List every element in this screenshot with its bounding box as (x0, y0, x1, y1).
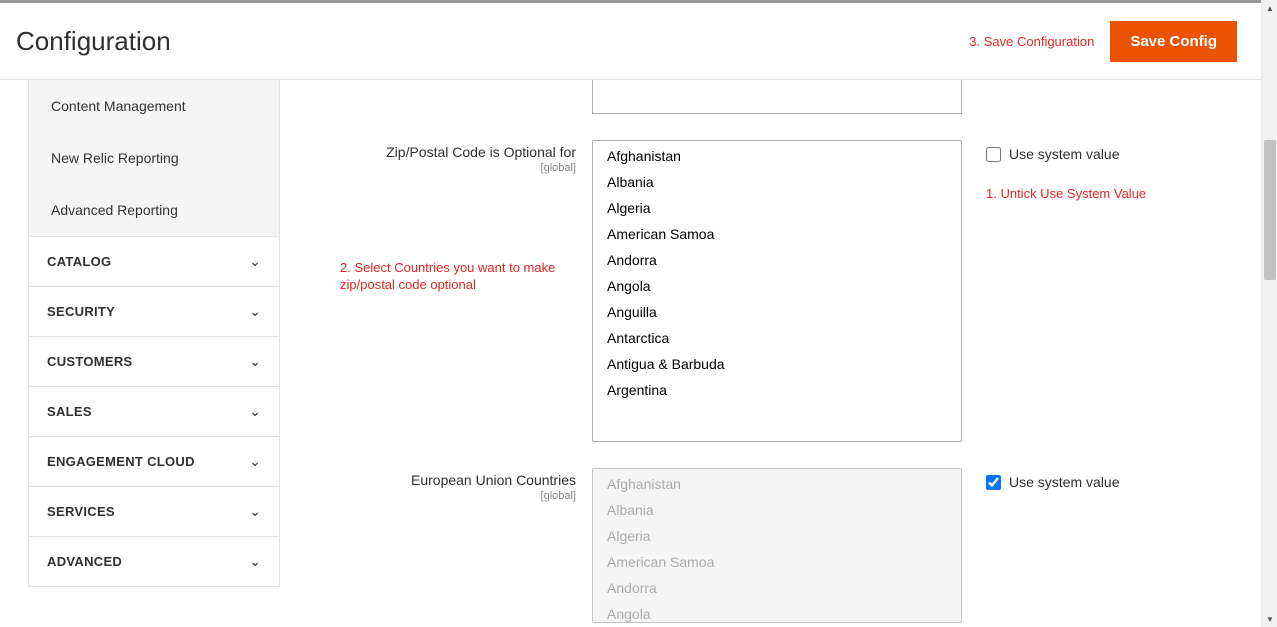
chevron-down-icon: ⌄ (249, 553, 261, 570)
use-system-value-checkbox[interactable] (986, 475, 1001, 490)
sidebar-section-label: SALES (47, 404, 249, 419)
chevron-down-icon: ⌄ (249, 453, 261, 470)
chevron-down-icon: ⌄ (249, 503, 261, 520)
eu-countries-multiselect: AfghanistanAlbaniaAlgeriaAmerican SamoaA… (592, 468, 962, 623)
sidebar-section-catalog[interactable]: CATALOG ⌄ (28, 237, 280, 287)
use-system-value-eu[interactable]: Use system value (986, 474, 1182, 490)
field-scope: [global] (340, 490, 576, 502)
use-system-value-zip[interactable]: Use system value (986, 146, 1182, 162)
chevron-down-icon: ⌄ (249, 253, 261, 270)
sidebar-section-sales[interactable]: SALES ⌄ (28, 387, 280, 437)
allow-countries-multiselect[interactable]: BelarusBelgium (593, 80, 961, 114)
scroll-up-icon[interactable]: ▲ (1262, 0, 1277, 16)
chevron-down-icon: ⌄ (249, 353, 261, 370)
field-check-col: Use system value 1. Untick Use System Va… (962, 140, 1182, 203)
sidebar-section-label: ENGAGEMENT CLOUD (47, 454, 249, 469)
annotation-step1: 1. Untick Use System Value (986, 186, 1182, 203)
sidebar-section-label: SECURITY (47, 304, 249, 319)
field-label-col: Zip/Postal Code is Optional for [global] (340, 140, 592, 174)
page-body: Content Management New Relic Reporting A… (0, 80, 1261, 627)
scrollbar-thumb[interactable] (1264, 140, 1276, 280)
sidebar-section-label: CUSTOMERS (47, 354, 249, 369)
window-scrollbar[interactable]: ▲ ▼ (1261, 0, 1277, 627)
save-config-button[interactable]: Save Config (1110, 21, 1237, 62)
annotation-step3: 3. Save Configuration (969, 34, 1094, 49)
sidebar-section-customers[interactable]: CUSTOMERS ⌄ (28, 337, 280, 387)
field-check-col: Use system value (962, 468, 1182, 490)
scroll-down-icon[interactable]: ▼ (1262, 611, 1277, 627)
sidebar-item-new-relic[interactable]: New Relic Reporting (29, 132, 279, 184)
sidebar-section-label: ADVANCED (47, 554, 249, 569)
field-label: Zip/Postal Code is Optional for (386, 144, 576, 160)
field-control-col: AfghanistanAlbaniaAlgeriaAmerican SamoaA… (592, 140, 962, 442)
sidebar-section-engagement-cloud[interactable]: ENGAGEMENT CLOUD ⌄ (28, 437, 280, 487)
sidebar-section-label: SERVICES (47, 504, 249, 519)
page-header: Configuration 3. Save Configuration Save… (0, 0, 1261, 80)
sidebar-section-security[interactable]: SECURITY ⌄ (28, 287, 280, 337)
zip-optional-multiselect[interactable]: AfghanistanAlbaniaAlgeriaAmerican SamoaA… (592, 140, 962, 442)
chevron-down-icon: ⌄ (249, 403, 261, 420)
sidebar-section-label: CATALOG (47, 254, 249, 269)
sidebar-section-services[interactable]: SERVICES ⌄ (28, 487, 280, 537)
page-title: Configuration (16, 26, 171, 57)
field-label-col: European Union Countries [global] (340, 468, 592, 502)
allow-countries-multiselect-cut[interactable]: BelarusBelgium (592, 80, 962, 114)
sidebar-item-advanced-reporting[interactable]: Advanced Reporting (29, 184, 279, 236)
sidebar-section-advanced[interactable]: ADVANCED ⌄ (28, 537, 280, 587)
sidebar-item-content-management[interactable]: Content Management (29, 80, 279, 132)
field-eu-countries: European Union Countries [global] Afghan… (340, 468, 1243, 623)
field-scope: [global] (340, 162, 576, 174)
field-control-col: AfghanistanAlbaniaAlgeriaAmerican SamoaA… (592, 468, 962, 623)
config-content: BelarusBelgium Zip/Postal Code is Option… (280, 80, 1261, 627)
sidebar-subsection: Content Management New Relic Reporting A… (28, 80, 280, 237)
config-sidebar: Content Management New Relic Reporting A… (0, 80, 280, 627)
annotation-step2: 2. Select Countries you want to make zip… (340, 260, 590, 294)
use-system-value-label: Use system value (1009, 146, 1119, 162)
field-label: European Union Countries (411, 472, 576, 488)
use-system-value-label: Use system value (1009, 474, 1119, 490)
chevron-down-icon: ⌄ (249, 303, 261, 320)
use-system-value-checkbox[interactable] (986, 147, 1001, 162)
